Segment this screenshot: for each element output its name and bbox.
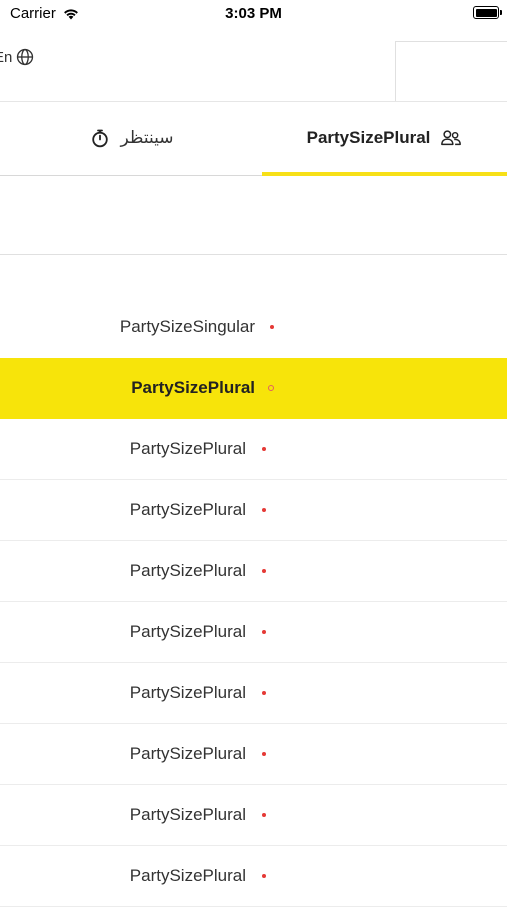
party-size-option[interactable]: PartySizePlural xyxy=(0,663,507,724)
stopwatch-icon xyxy=(91,129,108,148)
party-size-label: PartySizePlural xyxy=(129,805,246,824)
tab-party-size-label: PartySizePlural xyxy=(306,128,431,147)
party-size-option[interactable]: PartySizePlural xyxy=(0,846,507,907)
bullet-dot-icon xyxy=(262,691,266,695)
bullet-dot-icon xyxy=(262,569,266,573)
party-size-option[interactable]: PartySizePlural xyxy=(0,419,507,480)
party-size-label: PartySizePlural xyxy=(129,500,246,519)
bullet-dot-icon xyxy=(262,447,266,451)
party-size-label: PartySizePlural xyxy=(129,622,246,641)
status-bar: Carrier 3:03 PM xyxy=(0,0,507,28)
header-panel xyxy=(395,41,507,101)
people-icon xyxy=(441,130,462,146)
tab-waiting-label: سينتظر xyxy=(120,128,174,147)
party-size-label: PartySizePlural xyxy=(131,378,255,397)
bullet-dot-icon xyxy=(262,874,266,878)
party-size-option[interactable]: PartySizePlural xyxy=(0,602,507,663)
bullet-dot-icon xyxy=(262,752,266,756)
bullet-dot-icon xyxy=(262,813,266,817)
party-size-option[interactable]: PartySizeSingular xyxy=(0,297,507,358)
language-label: En xyxy=(0,48,13,66)
globe-icon xyxy=(17,48,34,66)
tab-waiting[interactable]: سينتظر xyxy=(0,102,262,174)
active-tab-indicator xyxy=(262,172,507,176)
party-size-label: PartySizePlural xyxy=(129,866,246,885)
tab-party-size[interactable]: PartySizePlural xyxy=(262,102,507,174)
bullet-dot-icon xyxy=(262,630,266,634)
party-size-label: PartySizePlural xyxy=(129,683,246,702)
bullet-dot-icon xyxy=(270,325,274,329)
party-size-label: PartySizeSingular xyxy=(119,317,255,336)
bullet-dot-icon xyxy=(268,384,274,391)
party-size-label: PartySizePlural xyxy=(129,561,246,580)
bullet-dot-icon xyxy=(262,508,266,512)
party-size-option[interactable]: PartySizePlural xyxy=(0,785,507,846)
tab-bar: سينتظر PartySizePlural xyxy=(0,102,507,176)
party-size-label: PartySizePlural xyxy=(129,439,246,458)
section-divider xyxy=(0,254,507,255)
party-size-option-selected[interactable]: PartySizePlural xyxy=(0,358,507,419)
party-size-option[interactable]: PartySizePlural xyxy=(0,724,507,785)
language-switch[interactable]: En xyxy=(0,48,34,66)
party-size-list: PartySizeSingular PartySizePlural PartyS… xyxy=(0,297,507,907)
battery-icon xyxy=(473,6,502,19)
party-size-option[interactable]: PartySizePlural xyxy=(0,480,507,541)
tabs-divider xyxy=(0,175,262,176)
party-size-option[interactable]: PartySizePlural xyxy=(0,541,507,602)
party-size-label: PartySizePlural xyxy=(129,744,246,763)
clock: 3:03 PM xyxy=(225,5,282,22)
